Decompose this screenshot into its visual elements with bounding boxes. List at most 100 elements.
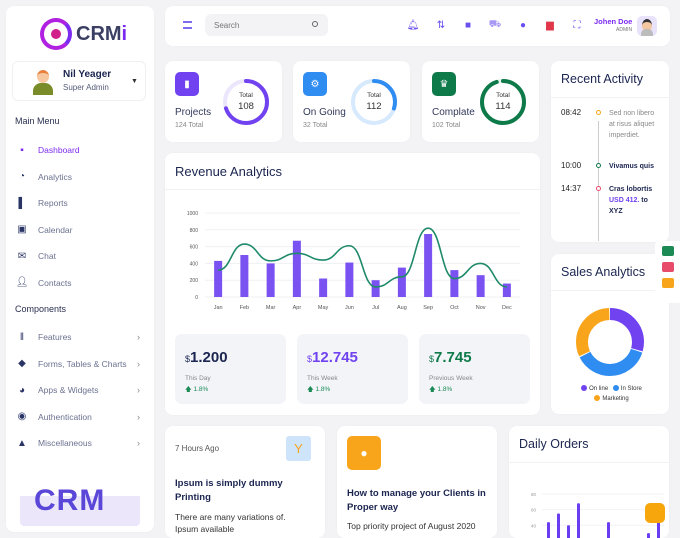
flag-icon[interactable]: ▆ bbox=[543, 18, 557, 32]
revenue-bar bbox=[476, 275, 485, 297]
trophy-icon: ♛ bbox=[432, 72, 456, 96]
sidebar-item-dashboard[interactable]: ▪ Dashboard bbox=[6, 137, 154, 164]
chevron-right-icon: › bbox=[137, 438, 140, 449]
stat-subtext: 124 Total bbox=[175, 122, 204, 129]
money-icon[interactable] bbox=[661, 246, 674, 256]
search-input[interactable] bbox=[205, 14, 305, 36]
sidebar-item-chat[interactable]: ✉ Chat bbox=[6, 243, 154, 270]
cart-icon[interactable]: ⛟ bbox=[488, 18, 502, 32]
sidebar: CRMi Nil Yeager Super Admin ▼ Main Menu … bbox=[6, 6, 154, 532]
orders-bar bbox=[657, 520, 660, 538]
x-tick-label: Nov bbox=[476, 305, 486, 311]
x-tick-label: Jan bbox=[214, 305, 223, 311]
chat-dots-icon[interactable]: ● bbox=[516, 18, 530, 32]
sliders-icon[interactable]: ⇅ bbox=[434, 18, 448, 32]
x-tick-label: Oct bbox=[450, 305, 459, 311]
layers-icon[interactable] bbox=[661, 278, 674, 288]
chevron-right-icon: › bbox=[137, 358, 140, 369]
timeline-dot bbox=[596, 163, 601, 168]
x-tick-label: Sep bbox=[423, 305, 433, 311]
stat-subtext: 32 Total bbox=[303, 122, 328, 129]
legend-item-online[interactable]: On line bbox=[578, 385, 608, 392]
revenue-bar bbox=[371, 280, 380, 297]
brand-name: CRM bbox=[76, 22, 122, 45]
arrow-up-icon: 🡅 bbox=[429, 386, 436, 393]
news-title[interactable]: Ipsum is simply dummy Printing bbox=[175, 477, 305, 505]
orders-bar bbox=[607, 522, 610, 538]
news-card: 7 Hours Ago Y Ipsum is simply dummy Prin… bbox=[165, 426, 325, 538]
sales-analytics-card: Sales Analytics On line In Store Marketi… bbox=[551, 254, 669, 414]
stat-label: Projects bbox=[175, 107, 212, 118]
sidebar-item-forms-tables-charts[interactable]: ◆ Forms, Tables & Charts › bbox=[6, 351, 154, 378]
sidebar-item-features[interactable]: ‖ Features › bbox=[6, 324, 154, 351]
ring-value: 112 bbox=[366, 101, 382, 112]
profile-avatar[interactable] bbox=[637, 16, 657, 36]
arrow-up-icon: 🡅 bbox=[185, 386, 192, 393]
sidebar-item-authentication[interactable]: ◉ Authentication › bbox=[6, 404, 154, 431]
y-tick-label: 400 bbox=[190, 261, 199, 267]
y-tick-label: 200 bbox=[190, 278, 199, 284]
menu-toggle-icon[interactable] bbox=[183, 21, 192, 29]
y-tick-label: 1000 bbox=[187, 211, 198, 217]
crm-illustration: CRM bbox=[20, 476, 140, 526]
revenue-bar bbox=[292, 240, 301, 297]
sidebar-item-reports[interactable]: ▌ Reports bbox=[6, 190, 154, 217]
components-heading: Components bbox=[15, 304, 67, 314]
logo-icon bbox=[40, 18, 72, 50]
sidebar-item-miscellaneous[interactable]: ▲ Miscellaneous › bbox=[6, 430, 154, 457]
add-contact-icon: 👤︎ bbox=[15, 277, 29, 289]
search-icon[interactable] bbox=[312, 21, 318, 27]
bell-icon[interactable]: 🔔︎ bbox=[406, 18, 420, 32]
summary-change: 1.8% bbox=[193, 386, 209, 393]
orders-bar bbox=[547, 522, 550, 538]
sidebar-item-label: Dashboard bbox=[38, 145, 80, 156]
y-tick-label: 60 bbox=[531, 508, 537, 513]
revenue-summary-card: $1.200 This Day 🡅 1.8% bbox=[175, 334, 286, 404]
sidebar-item-analytics[interactable]: ◔ Analytics bbox=[6, 164, 154, 191]
caret-down-icon[interactable]: ▼ bbox=[131, 78, 138, 85]
sidebar-item-label: Chat bbox=[38, 251, 56, 262]
gallery-icon[interactable] bbox=[661, 262, 674, 272]
user-menu[interactable]: Nil Yeager Super Admin ▼ bbox=[12, 61, 146, 101]
legend-item-marketing[interactable]: Marketing bbox=[591, 395, 629, 402]
fullscreen-icon[interactable]: ⛶ bbox=[570, 18, 584, 32]
sidebar-item-label: Calendar bbox=[38, 224, 73, 235]
legend-item-instore[interactable]: In Store bbox=[610, 385, 642, 392]
brand-logo[interactable]: CRMi bbox=[40, 18, 127, 50]
y-tick-label: 600 bbox=[190, 245, 199, 251]
x-tick-label: Feb bbox=[240, 305, 249, 311]
sidebar-item-contacts[interactable]: 👤︎ Contacts bbox=[6, 270, 154, 297]
sidebar-item-label: Contacts bbox=[38, 277, 72, 288]
sidebar-item-calendar[interactable]: ▣ Calendar bbox=[6, 217, 154, 244]
activity-link[interactable]: USD 412. bbox=[609, 197, 639, 204]
summary-value: 7.745 bbox=[434, 349, 472, 366]
profile-name[interactable]: Johen Doe bbox=[594, 17, 632, 26]
activity-text: Sed non libero at risus aliquet imperdie… bbox=[609, 110, 655, 139]
stat-card-on-going: ⚙ On Going 32 Total Total 112 bbox=[293, 61, 410, 142]
main-menu-heading: Main Menu bbox=[15, 116, 60, 126]
revenue-bar bbox=[266, 263, 275, 297]
sidebar-item-label: Apps & Widgets bbox=[38, 385, 99, 396]
news-title[interactable]: How to manage your Clients in Proper way bbox=[347, 487, 487, 515]
avatar bbox=[31, 70, 55, 96]
y-tick-label: 800 bbox=[190, 228, 199, 234]
timeline-dot bbox=[596, 110, 601, 115]
floating-action-button[interactable] bbox=[645, 503, 665, 523]
daily-orders-card: Daily Orders 40 60 80 bbox=[509, 426, 669, 538]
warning-icon: ▲ bbox=[17, 437, 27, 449]
top-bar: 🔔︎ ⇅ ■ ⛟ ● ▆ ⛶ Johen Doe ADMIN bbox=[165, 6, 670, 46]
globe-icon: ◕ bbox=[18, 384, 26, 396]
orders-bar bbox=[577, 503, 580, 538]
daily-orders-chart: 40 60 80 bbox=[531, 492, 664, 538]
calendar-icon: ▣ bbox=[17, 224, 27, 236]
summary-label: This Week bbox=[307, 375, 338, 382]
revenue-summary-card: $12.745 This Week 🡅 1.8% bbox=[297, 334, 408, 404]
recent-activity-card: Recent Activity 08:42 Sed non libero at r… bbox=[551, 61, 669, 242]
sidebar-item-label: Features bbox=[38, 332, 72, 343]
file-icon[interactable]: ■ bbox=[461, 18, 475, 32]
summary-value: 12.745 bbox=[312, 349, 358, 366]
y-tick-label: 80 bbox=[531, 492, 537, 497]
sidebar-item-apps-widgets[interactable]: ◕ Apps & Widgets › bbox=[6, 377, 154, 404]
quick-actions-bar bbox=[655, 241, 680, 303]
revenue-summary-card: $7.745 Previous Week 🡅 1.8% bbox=[419, 334, 530, 404]
